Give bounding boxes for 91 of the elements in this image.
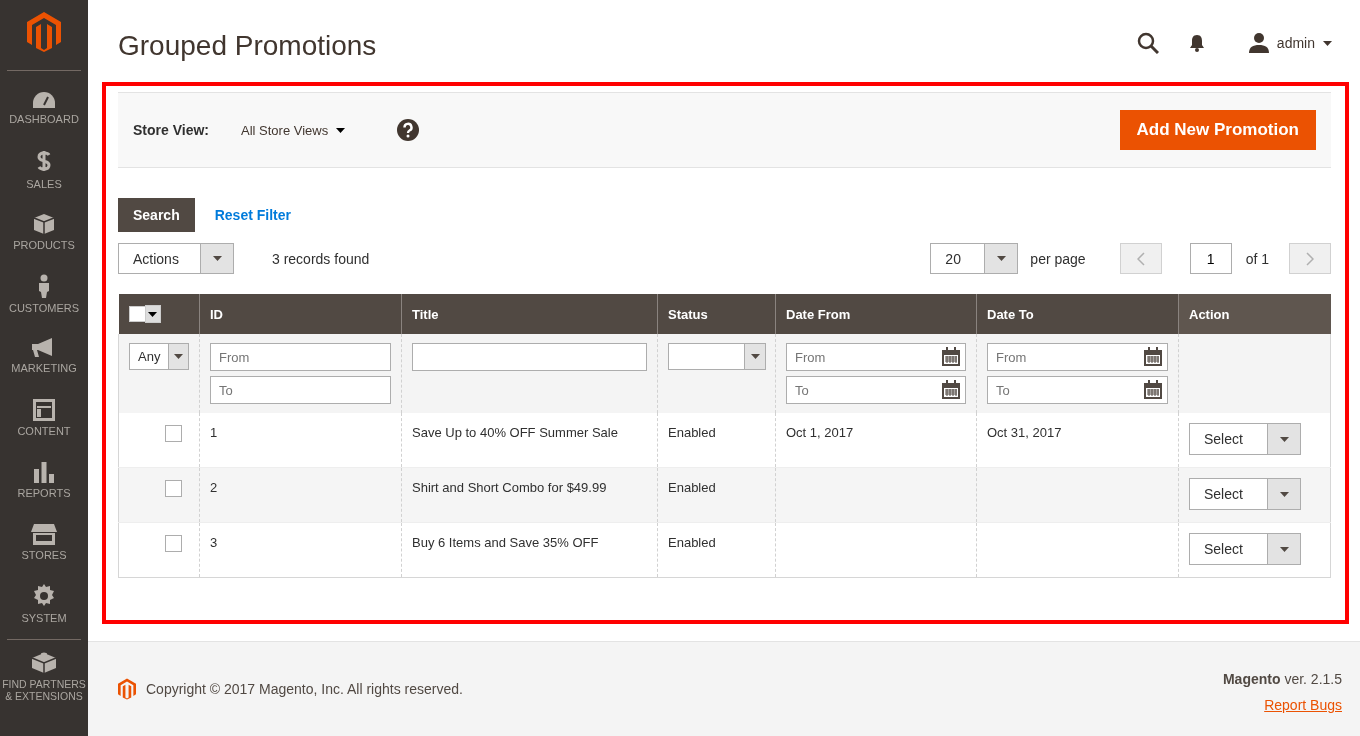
sidebar-item[interactable]: REPORTS (0, 449, 88, 511)
table-cell: 3 (210, 535, 218, 550)
sidebar-item[interactable]: DASHBOARD (0, 77, 88, 139)
table-cell: Save Up to 40% OFF Summer Sale (412, 425, 618, 440)
store-view-label: Store View: (133, 122, 209, 138)
copyright-text: Copyright © 2017 Magento, Inc. All rights reserved. (146, 681, 463, 697)
calendar-icon (941, 380, 961, 400)
bell-icon[interactable] (1188, 34, 1205, 52)
table-cell: Shirt and Short Combo for $49.99 (412, 480, 607, 495)
title-filter-field[interactable] (412, 343, 647, 371)
id-from-field[interactable]: From (210, 343, 391, 371)
calendar-icon (1143, 380, 1163, 400)
sidebar-item[interactable]: SYSTEM (0, 573, 88, 635)
caret-icon (750, 354, 760, 359)
reset-filter-link[interactable]: Reset Filter (214, 207, 291, 223)
caret-icon (336, 127, 346, 133)
search-button[interactable]: Search (118, 198, 195, 232)
add-promotion-button[interactable]: Add New Promotion (1119, 110, 1316, 150)
column-header[interactable]: Status (657, 294, 776, 334)
version-text: Magento ver. 2.1.5 (1222, 671, 1342, 687)
row-action-dropdown[interactable]: Select (1189, 423, 1301, 455)
sidebar-item[interactable]: FIND PARTNERS & EXTENSIONS (0, 640, 88, 712)
box-icon (33, 213, 55, 235)
caret-icon (174, 354, 184, 359)
page-number-field[interactable]: 1 (1189, 243, 1232, 274)
person-icon (37, 274, 51, 298)
table-cell: Buy 6 Items and Save 35% OFF (412, 535, 599, 550)
speedometer-icon (32, 91, 56, 109)
column-header[interactable]: Date From (775, 294, 977, 334)
sidebar-item[interactable]: CONTENT (0, 387, 88, 449)
per-page-dropdown[interactable]: 20 (930, 243, 1019, 274)
caret-icon (1279, 436, 1289, 442)
sidebar-item[interactable]: MARKETING (0, 325, 88, 387)
sidebar-item[interactable]: SALES (0, 139, 88, 201)
user-icon (1248, 33, 1269, 53)
date-field[interactable]: From (786, 343, 966, 371)
search-icon[interactable] (1136, 32, 1159, 54)
date-field[interactable]: To (786, 376, 966, 404)
calendar-icon (1143, 347, 1163, 367)
bar-chart-icon (33, 461, 55, 483)
page-count: of 1 (1245, 250, 1269, 267)
page-title: Grouped Promotions (118, 29, 378, 62)
calendar-icon (941, 347, 961, 367)
records-count: 3 records found (272, 250, 370, 267)
table-cell: 1 (210, 425, 218, 440)
caret-icon (148, 311, 157, 317)
table-cell: Enabled (668, 535, 716, 550)
chevron-left-icon (1136, 251, 1145, 266)
previous-page-button[interactable] (1119, 243, 1162, 274)
caret-icon (212, 256, 222, 261)
sidebar-item[interactable]: STORES (0, 511, 88, 573)
layout-icon (33, 399, 55, 421)
brick-icon (31, 650, 57, 674)
mass-select-checkbox[interactable] (128, 306, 145, 322)
column-header[interactable]: Action (1178, 294, 1331, 334)
status-filter-dropdown[interactable] (668, 343, 766, 370)
column-header[interactable]: ID (199, 294, 402, 334)
logo-icon (118, 678, 136, 700)
visibility-filter-dropdown[interactable]: Any (129, 343, 189, 370)
chevron-right-icon (1306, 251, 1314, 266)
per-page-label: per page (1030, 250, 1086, 267)
caret-icon (1279, 546, 1289, 552)
row-checkbox[interactable] (165, 425, 182, 442)
id-to-field[interactable]: To (210, 376, 391, 404)
table-cell: 2 (210, 480, 218, 495)
store-view-dropdown[interactable]: All Store Views (235, 121, 352, 139)
row-action-dropdown[interactable]: Select (1189, 533, 1301, 565)
user-menu[interactable]: admin (1234, 33, 1332, 53)
sidebar-item[interactable]: CUSTOMERS (0, 263, 88, 325)
caret-icon (1279, 491, 1289, 497)
logo-icon (27, 12, 61, 52)
table-cell: Enabled (668, 425, 716, 440)
table-cell: Enabled (668, 480, 716, 495)
row-checkbox[interactable] (165, 480, 182, 497)
sidebar-item[interactable]: PRODUCTS (0, 201, 88, 263)
row-checkbox[interactable] (165, 535, 182, 552)
date-field[interactable]: To (987, 376, 1168, 404)
column-header[interactable]: Date To (976, 294, 1179, 334)
storefront-icon (31, 523, 57, 545)
date-field[interactable]: From (987, 343, 1168, 371)
gear-icon (32, 584, 56, 608)
row-action-dropdown[interactable]: Select (1189, 478, 1301, 510)
help-icon[interactable] (397, 119, 420, 141)
table-cell: Oct 31, 2017 (987, 425, 1062, 440)
table-cell: Oct 1, 2017 (786, 425, 854, 440)
dollar-icon (36, 150, 52, 174)
next-page-button[interactable] (1289, 243, 1331, 274)
caret-icon (996, 256, 1006, 261)
column-header[interactable]: Title (401, 294, 658, 334)
caret-icon (1323, 40, 1332, 46)
actions-dropdown[interactable]: Actions (118, 243, 234, 274)
